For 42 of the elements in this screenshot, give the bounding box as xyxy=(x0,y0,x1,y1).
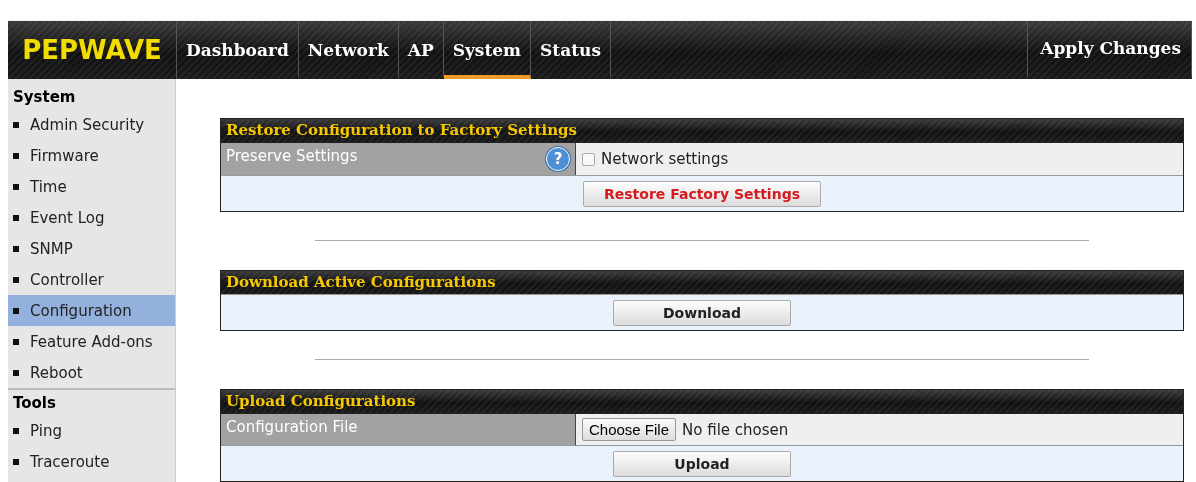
sidebar-item[interactable]: Controller xyxy=(8,264,175,295)
nav-tab[interactable]: Network xyxy=(298,21,399,79)
sidebar-item[interactable]: Event Log xyxy=(8,202,175,233)
field-label: Preserve Settings xyxy=(226,147,358,165)
nav-tab[interactable]: AP xyxy=(398,21,444,79)
bullet-icon xyxy=(13,276,19,283)
action-button[interactable]: Download xyxy=(613,299,791,326)
sidebar-item[interactable]: SNMP xyxy=(8,233,175,264)
sidebar-heading: Tools xyxy=(12,393,57,414)
bullet-icon xyxy=(13,183,19,190)
sidebar-item[interactable]: Firmware xyxy=(8,140,175,171)
file-status: No file chosen xyxy=(682,420,789,439)
sidebar-item[interactable]: Traceroute xyxy=(8,446,175,477)
bullet-icon xyxy=(13,338,19,345)
panel-title: Download Active Configurations xyxy=(221,271,1183,294)
nav-tab[interactable]: Dashboard xyxy=(177,21,299,79)
sidebar-item[interactable]: Admin Security xyxy=(8,109,175,140)
bullet-icon xyxy=(13,152,19,159)
checkbox[interactable] xyxy=(582,152,595,166)
bullet-icon xyxy=(13,245,19,252)
choose-file-button[interactable]: Choose File xyxy=(582,418,677,441)
nav-tab[interactable]: Status xyxy=(531,21,611,79)
bullet-icon xyxy=(13,214,19,221)
bullet-icon xyxy=(13,121,19,128)
sidebar-item[interactable]: Time xyxy=(8,171,175,202)
panel-title: Restore Configuration to Factory Settings xyxy=(221,119,1183,142)
bullet-icon xyxy=(13,427,19,434)
sidebar-item[interactable]: Configuration xyxy=(8,295,175,326)
bullet-icon xyxy=(13,458,19,465)
bullet-icon xyxy=(13,369,19,376)
sidebar-item[interactable]: Feature Add-ons xyxy=(8,326,175,357)
field-label: Configuration File xyxy=(226,418,358,436)
sidebar-heading: System xyxy=(12,87,77,108)
panel-title: Upload Configurations xyxy=(221,390,1183,413)
sidebar-item[interactable]: Ping xyxy=(8,415,175,446)
sidebar-item[interactable]: Reboot xyxy=(8,357,175,388)
apply-changes-button[interactable]: Apply Changes xyxy=(1027,21,1192,79)
checkbox-label: Network settings xyxy=(601,150,729,168)
bullet-icon xyxy=(13,307,19,314)
nav-tab[interactable]: System xyxy=(443,21,532,79)
action-button[interactable]: Restore Factory Settings xyxy=(583,180,821,207)
action-button[interactable]: Upload xyxy=(613,450,791,477)
